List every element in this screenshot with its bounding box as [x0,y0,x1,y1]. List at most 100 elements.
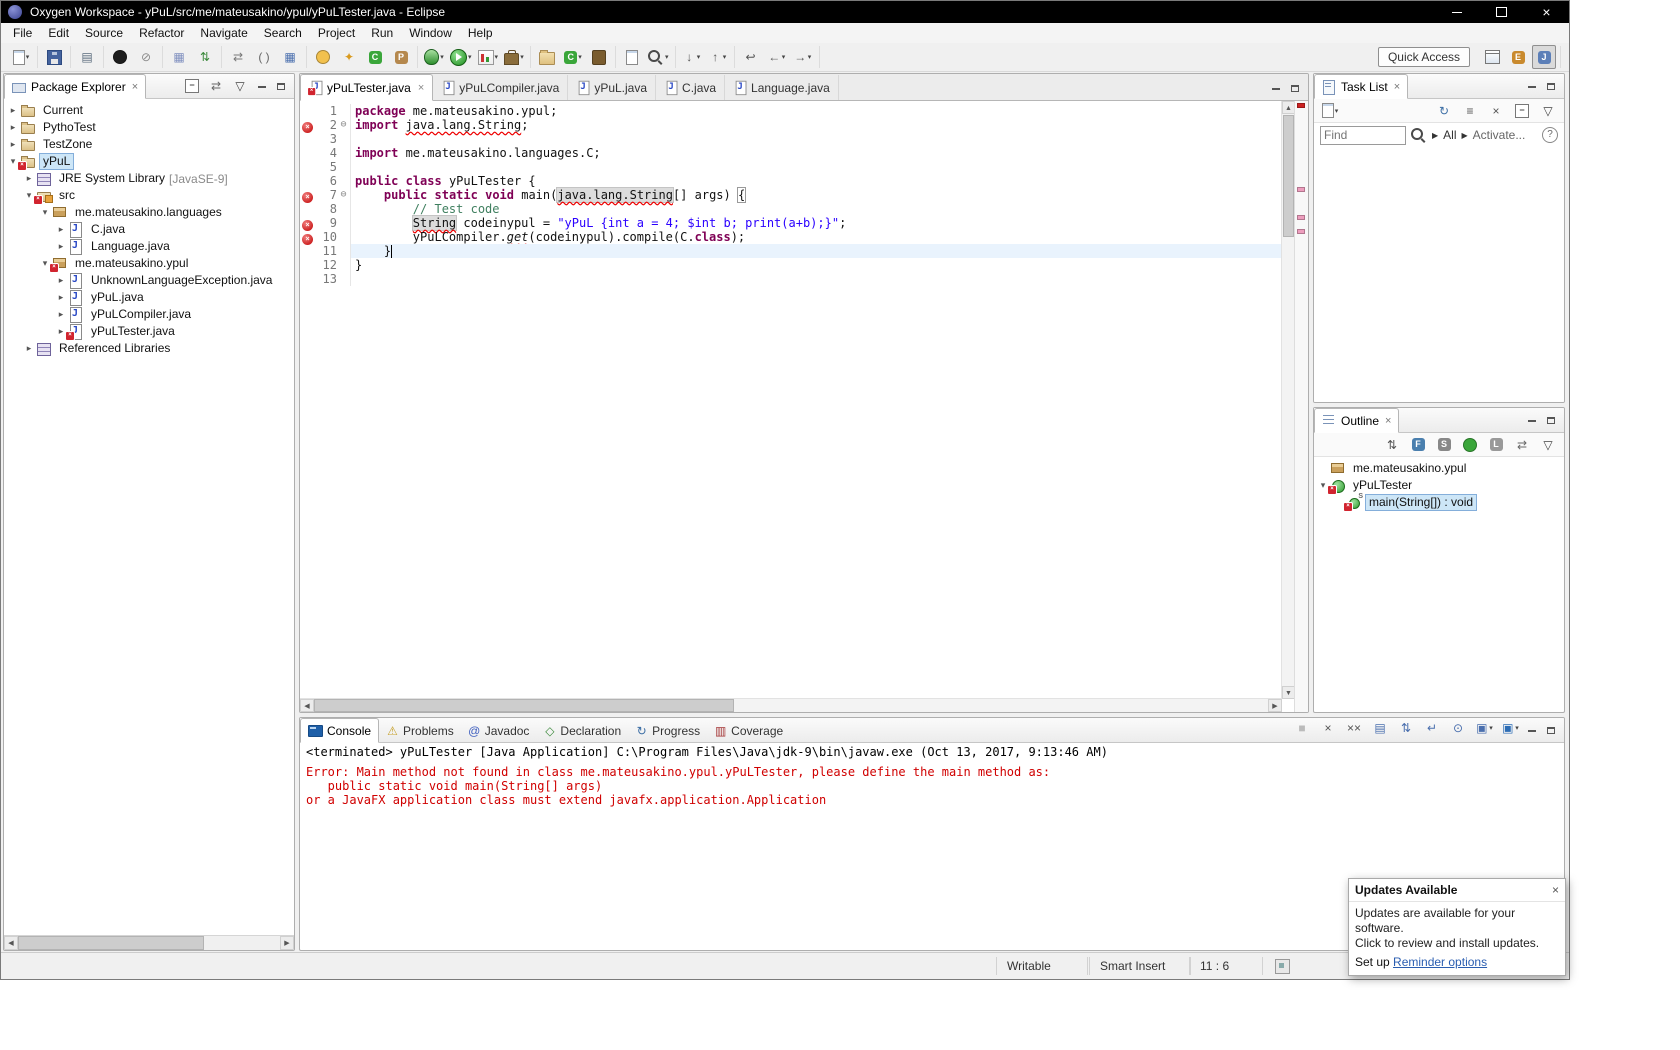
java-perspective-icon[interactable]: J [1532,45,1556,69]
overview-marker[interactable] [1297,215,1305,220]
minimize-view-button[interactable] [1522,411,1541,430]
close-view-icon[interactable]: × [132,81,138,93]
next-annotation-icon[interactable]: ↓ ▾ [680,45,704,69]
open-perspective-icon[interactable] [1480,45,1504,69]
maximize-view-button[interactable] [1541,411,1560,430]
menu-source[interactable]: Source [77,24,131,42]
explorer-item-referenced-libraries[interactable]: ▸ Referenced Libraries [4,340,294,357]
close-view-icon[interactable]: × [1394,81,1400,93]
open-task-icon[interactable] [620,45,644,69]
format-source-icon[interactable]: ( ) [252,45,276,69]
maximize-view-button[interactable] [1541,721,1560,740]
collapse-all-icon[interactable]: − [180,74,204,98]
explorer-item-pythotest[interactable]: ▸ PythoTest [4,119,294,136]
forward-icon[interactable]: → ▾ [791,45,815,69]
menu-search[interactable]: Search [256,24,310,42]
delete-icon[interactable]: × [1484,99,1508,123]
explorer-item-ypul-java[interactable]: ▸ yPuL.java [4,289,294,306]
code-text[interactable]: // Test code [350,202,1282,216]
menu-refactor[interactable]: Refactor [131,24,192,42]
all-menu-arrow-icon[interactable]: ▶ [1432,131,1438,140]
expand-arrow-icon[interactable]: ▸ [54,309,68,320]
scroll-left-arrow[interactable]: ◀ [300,699,314,712]
fold-collapse-icon[interactable]: ⊖ [337,188,350,202]
code-text[interactable]: yPuLCompiler.get(codeinypul).compile(C.c… [350,230,1282,244]
explorer-item-ypulcompiler-java[interactable]: ▸ yPuLCompiler.java [4,306,294,323]
expand-arrow-icon[interactable]: ▸ [22,343,36,354]
external-tools-icon[interactable]: ▾ [502,45,526,69]
minimize-editor-button[interactable] [1266,79,1285,98]
previous-annotation-icon[interactable]: ↑ ▾ [706,45,730,69]
help-icon[interactable]: ? [1542,127,1558,143]
expand-arrow-icon[interactable]: ▸ [54,224,68,235]
gutter-marker[interactable]: × [300,216,315,231]
minimize-view-button[interactable] [252,77,271,96]
code-text[interactable]: public static void main(java.lang.String… [350,188,1282,202]
menu-file[interactable]: File [5,24,40,42]
code-text[interactable]: package me.mateusakino.ypul; [350,104,1282,118]
run-icon[interactable]: ▾ [448,45,474,69]
scrollbar-track[interactable] [734,699,1268,712]
save-icon[interactable] [42,45,66,69]
quick-fix-icon[interactable] [311,45,335,69]
expand-arrow-icon[interactable]: ▸ [6,105,20,116]
link-with-editor-icon[interactable]: ⇄ [204,74,228,98]
maximize-editor-button[interactable] [1285,79,1304,98]
new-task-icon[interactable]: ▾ [1318,99,1342,123]
code-text[interactable]: String codeinypul = "yPuL {int a = 4; $i… [350,216,1282,230]
menu-edit[interactable]: Edit [40,24,77,42]
hide-fields-icon[interactable]: F [1406,433,1430,457]
explorer-item-testzone[interactable]: ▸ TestZone [4,136,294,153]
gutter-marker[interactable]: × [300,188,315,203]
gutter-marker[interactable]: × [300,230,315,245]
remove-launch-icon[interactable]: × [1316,718,1340,740]
maximize-view-button[interactable] [1541,77,1560,96]
code-text[interactable]: } [350,244,1282,258]
synchronize-icon[interactable]: ⇅ [193,45,217,69]
hide-local-types-icon[interactable]: L [1484,433,1508,457]
editor-tab-ypulcompiler-java[interactable]: yPuLCompiler.java [433,75,569,100]
open-console-icon[interactable]: ▣ ▾ [1498,718,1522,740]
code-text[interactable] [350,160,1282,174]
expand-arrow-icon[interactable]: ▸ [54,292,68,303]
explorer-item-current[interactable]: ▸ Current [4,102,294,119]
expand-arrow-icon[interactable]: ▸ [54,275,68,286]
link-with-editor-icon[interactable]: ⇄ [1510,433,1534,457]
scroll-right-arrow[interactable]: ▶ [280,936,294,950]
expand-arrow-icon[interactable]: ▸ [54,241,68,252]
launch-run-icon[interactable] [108,45,132,69]
scroll-lock-icon[interactable]: ⇅ [1394,718,1418,740]
explorer-item-me-mateusakino-languages[interactable]: ▾ me.mateusakino.languages [4,204,294,221]
view-menu-icon[interactable]: ▽ [1536,99,1560,123]
code-text[interactable]: public class yPuLTester { [350,174,1282,188]
popup-body[interactable]: Updates are available for your software.… [1349,902,1565,953]
pin-console-icon[interactable]: ⊙ [1446,718,1470,740]
scrollbar-track[interactable] [204,936,280,950]
coverage-icon[interactable]: ▾ [476,45,501,69]
new-type-icon[interactable]: C ▾ [561,45,585,69]
editor-tab-ypul-java[interactable]: yPuL.java [568,75,657,100]
editor-tab-c-java[interactable]: C.java [656,75,726,100]
debug-icon[interactable]: ▾ [422,45,446,69]
outline-tab[interactable]: Outline × [1314,408,1400,433]
tab-declaration[interactable]: ◇ Declaration [536,719,628,742]
last-edit-location-icon[interactable]: ↩ [739,45,763,69]
code-text[interactable]: import java.lang.String; [350,118,1282,132]
outline-item-me-mateusakino-ypul[interactable]: me.mateusakino.ypul [1314,460,1564,477]
overview-marker[interactable] [1297,229,1305,234]
gutter-marker[interactable]: × [300,118,315,133]
find-input[interactable] [1320,125,1406,145]
minimize-view-button[interactable] [1522,77,1541,96]
code-text[interactable]: import me.mateusakino.languages.C; [350,146,1282,160]
show-table-icon[interactable]: ▦ [278,45,302,69]
explorer-item-ypul[interactable]: ▾ × yPuL [4,153,294,171]
categorized-view-icon[interactable]: ≡ [1458,99,1482,123]
tab-progress[interactable]: ↻ Progress [628,719,707,742]
editor-tab-ypultester-java[interactable]: × yPuLTester.java × [300,74,434,101]
explorer-item-ypultester-java[interactable]: ▸×yPuLTester.java [4,323,294,341]
new-class-icon[interactable]: C [363,45,387,69]
back-icon[interactable]: ← ▾ [765,45,789,69]
expand-arrow-icon[interactable]: ▸ [6,122,20,133]
activate-link[interactable]: Activate... [1473,128,1526,142]
search-icon[interactable]: ▾ [646,45,671,69]
